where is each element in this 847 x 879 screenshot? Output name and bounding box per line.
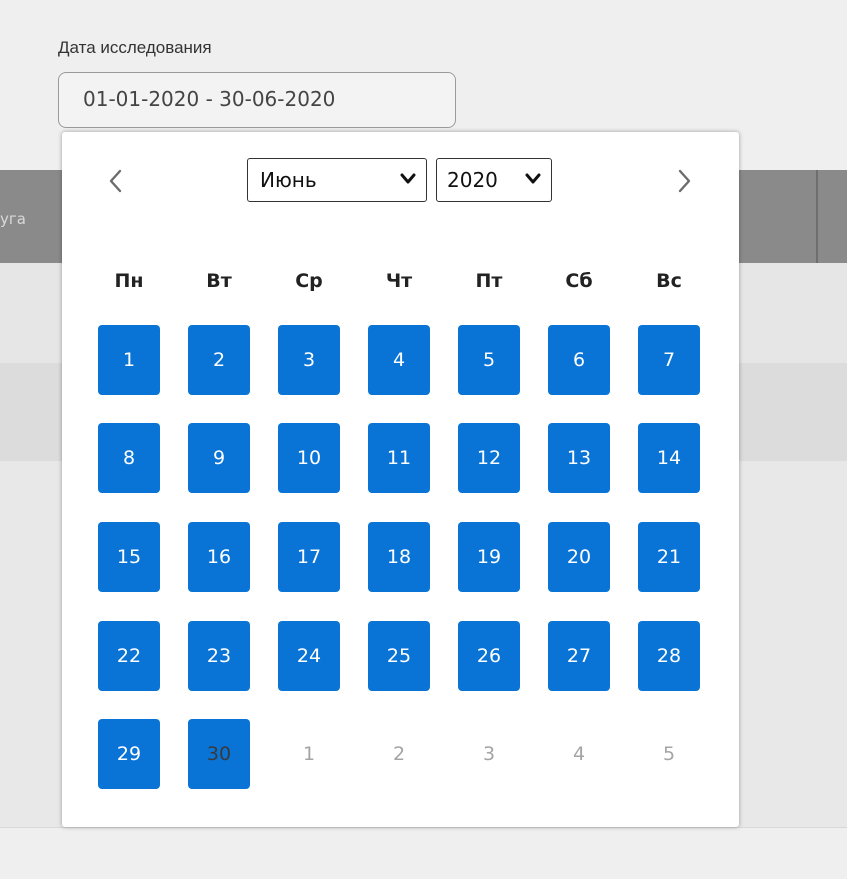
calendar-day[interactable]: 26 bbox=[458, 621, 520, 691]
weekday-label: Пт bbox=[475, 270, 503, 292]
calendar-day[interactable]: 28 bbox=[638, 621, 700, 691]
table-column-header-fragment: уга bbox=[0, 210, 26, 228]
calendar-day[interactable]: 10 bbox=[278, 423, 340, 493]
calendar-day[interactable]: 3 bbox=[278, 325, 340, 395]
month-select[interactable]: Июнь bbox=[247, 158, 427, 202]
weekday-label: Сб bbox=[565, 270, 593, 292]
datepicker-popup: Июнь 2020 Пн Вт Ср Чт Пт Сб Вс 123456789… bbox=[62, 132, 739, 827]
weekday-label: Чт bbox=[385, 270, 413, 292]
calendar-day[interactable]: 29 bbox=[98, 719, 160, 789]
date-range-input[interactable]: 01-01-2020 - 30-06-2020 bbox=[58, 72, 456, 128]
calendar-day[interactable]: 22 bbox=[98, 621, 160, 691]
table-column-divider bbox=[816, 170, 818, 263]
calendar-day[interactable]: 21 bbox=[638, 522, 700, 592]
calendar-day[interactable]: 11 bbox=[368, 423, 430, 493]
calendar-day[interactable]: 25 bbox=[368, 621, 430, 691]
calendar-day[interactable]: 3 bbox=[458, 719, 520, 789]
weekday-label: Пн bbox=[114, 270, 144, 292]
chevron-left-icon bbox=[109, 169, 122, 193]
weekday-label: Вт bbox=[206, 270, 232, 292]
date-field-label: Дата исследования bbox=[58, 38, 212, 57]
calendar-day[interactable]: 19 bbox=[458, 522, 520, 592]
year-select-value: 2020 bbox=[447, 168, 498, 192]
bg-footer-text: ​ bbox=[16, 860, 836, 870]
bg-footer-divider bbox=[0, 827, 847, 828]
calendar-day[interactable]: 5 bbox=[638, 719, 700, 789]
calendar-day[interactable]: 14 bbox=[638, 423, 700, 493]
calendar-day[interactable]: 12 bbox=[458, 423, 520, 493]
calendar-day[interactable]: 18 bbox=[368, 522, 430, 592]
calendar-day[interactable]: 7 bbox=[638, 325, 700, 395]
calendar-day[interactable]: 2 bbox=[368, 719, 430, 789]
calendar-day[interactable]: 4 bbox=[548, 719, 610, 789]
prev-month-button[interactable] bbox=[100, 166, 130, 196]
calendar-day[interactable]: 1 bbox=[278, 719, 340, 789]
chevron-down-icon bbox=[525, 173, 541, 184]
calendar-day[interactable]: 9 bbox=[188, 423, 250, 493]
calendar-day[interactable]: 2 bbox=[188, 325, 250, 395]
chevron-right-icon bbox=[678, 169, 691, 193]
next-month-button[interactable] bbox=[670, 166, 700, 196]
weekday-label: Вс bbox=[656, 270, 682, 292]
calendar-day[interactable]: 5 bbox=[458, 325, 520, 395]
calendar-day[interactable]: 16 bbox=[188, 522, 250, 592]
calendar-day[interactable]: 24 bbox=[278, 621, 340, 691]
date-range-value: 01-01-2020 - 30-06-2020 bbox=[83, 87, 336, 111]
calendar-day[interactable]: 4 bbox=[368, 325, 430, 395]
year-select[interactable]: 2020 bbox=[436, 158, 552, 202]
calendar-day[interactable]: 1 bbox=[98, 325, 160, 395]
calendar-day[interactable]: 6 bbox=[548, 325, 610, 395]
chevron-down-icon bbox=[400, 173, 416, 184]
calendar-day[interactable]: 30 bbox=[188, 719, 250, 789]
calendar-day[interactable]: 27 bbox=[548, 621, 610, 691]
calendar-day[interactable]: 13 bbox=[548, 423, 610, 493]
calendar-day[interactable]: 15 bbox=[98, 522, 160, 592]
calendar-day[interactable]: 8 bbox=[98, 423, 160, 493]
calendar-day[interactable]: 20 bbox=[548, 522, 610, 592]
calendar-day[interactable]: 23 bbox=[188, 621, 250, 691]
month-select-value: Июнь bbox=[260, 168, 317, 192]
calendar-day[interactable]: 17 bbox=[278, 522, 340, 592]
weekday-label: Ср bbox=[295, 270, 323, 292]
